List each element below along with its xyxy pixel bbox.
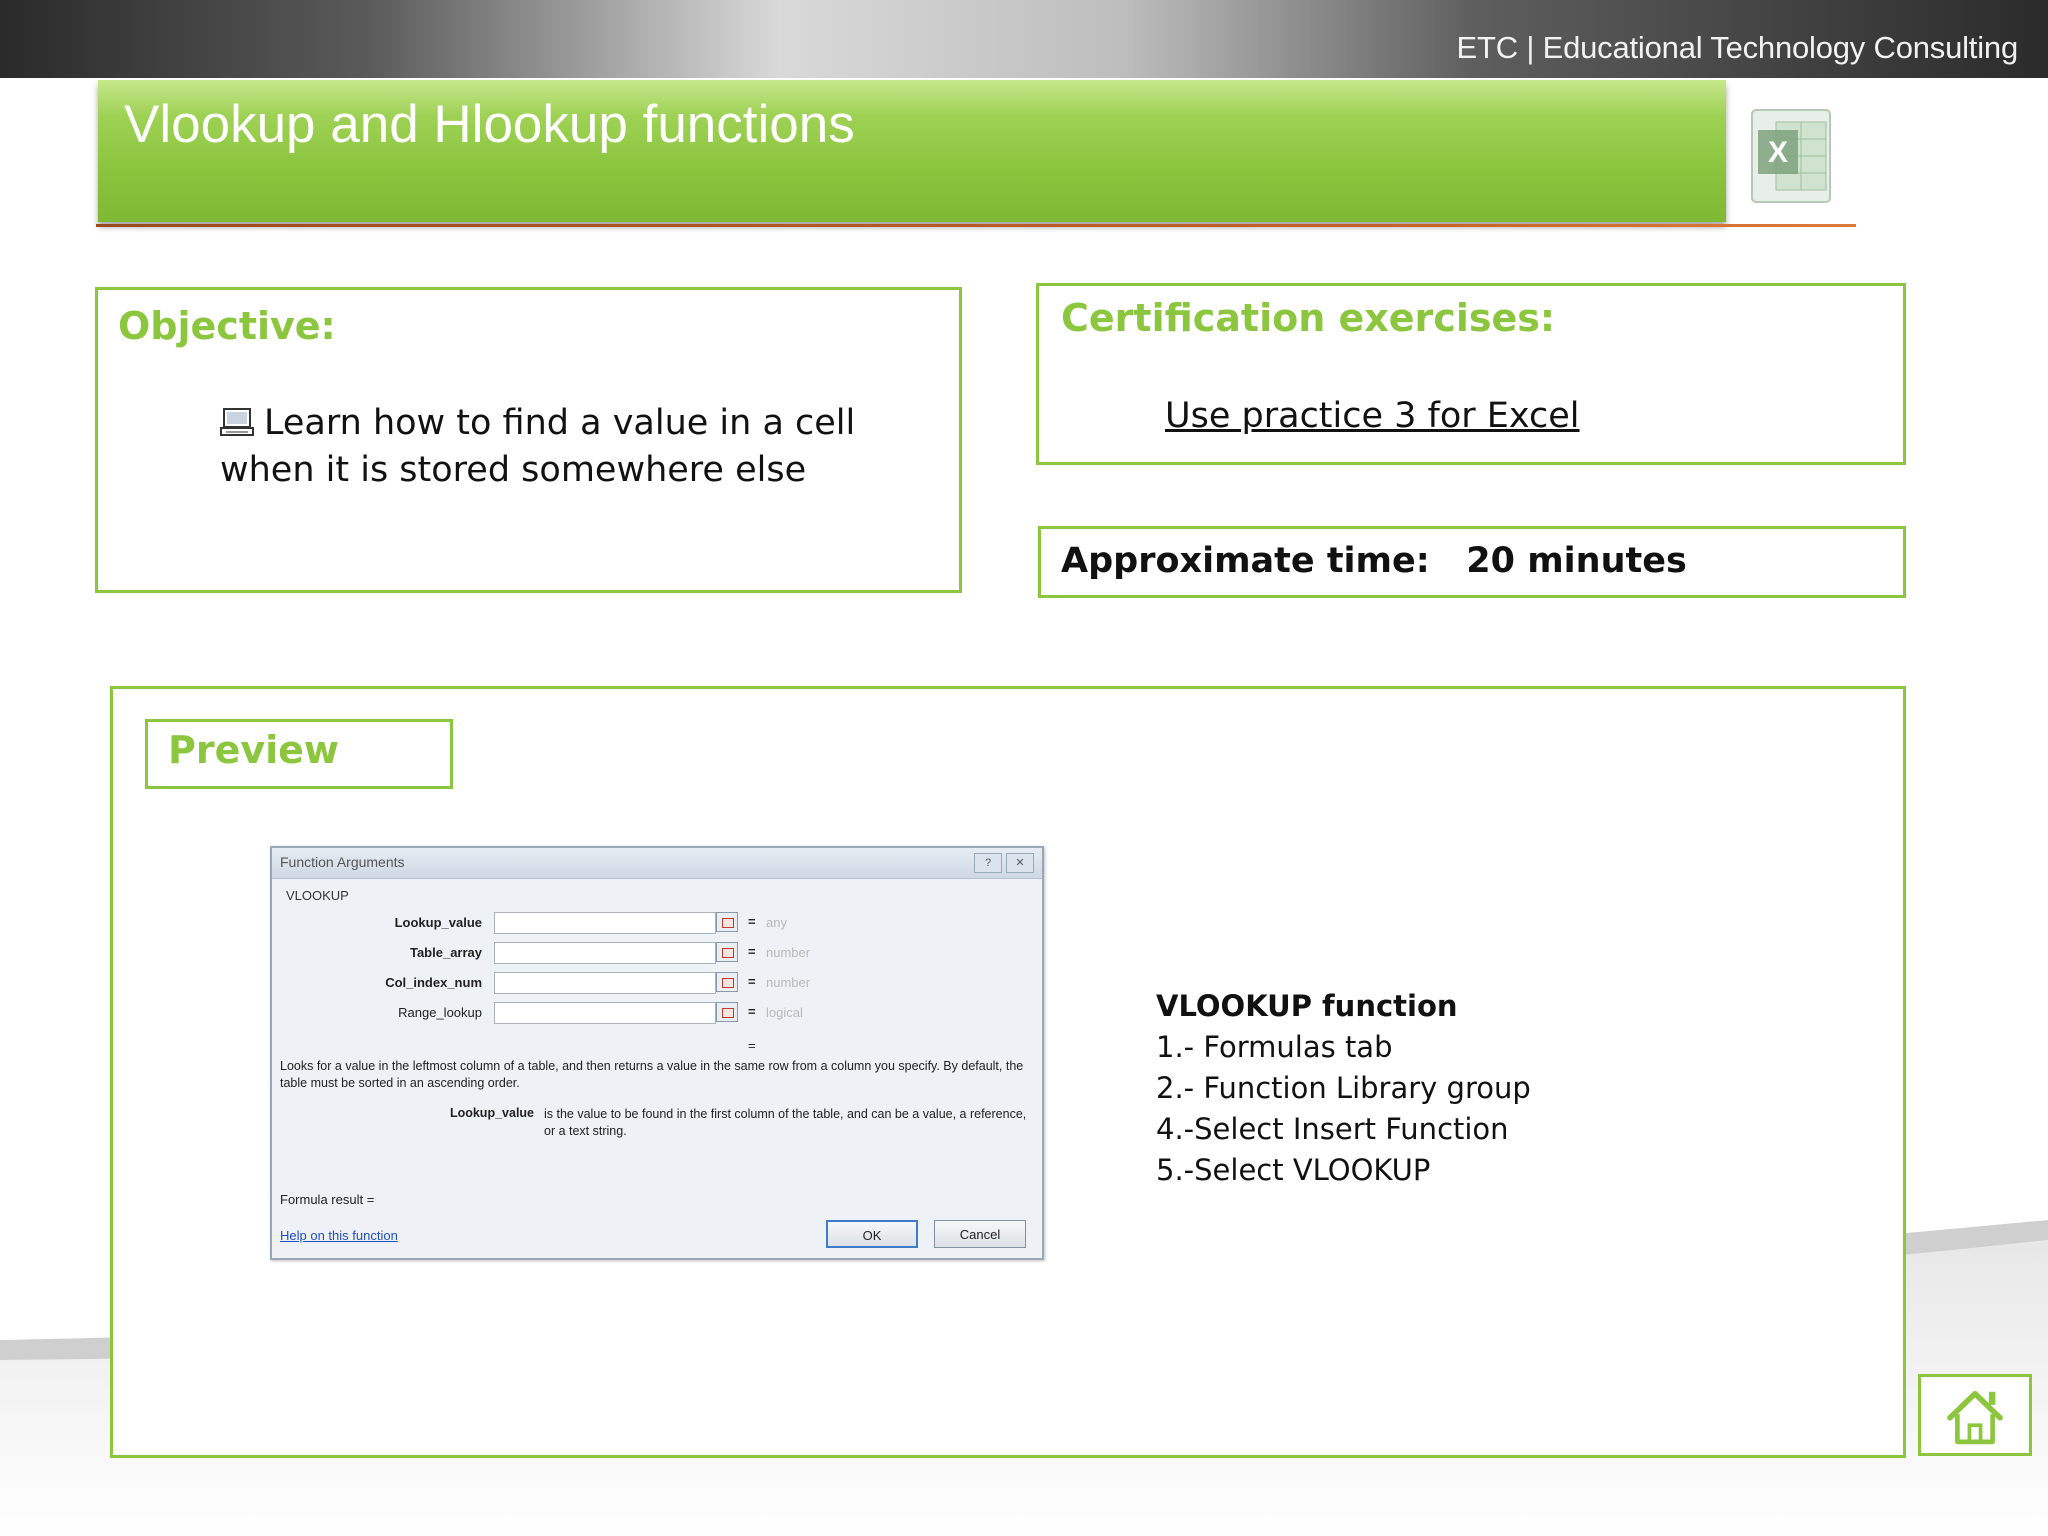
home-icon xyxy=(1947,1390,2003,1445)
result-equals: = xyxy=(748,1038,756,1053)
arg-label: Range_lookup xyxy=(398,1005,482,1020)
help-on-function-link[interactable]: Help on this function xyxy=(280,1228,398,1243)
collapse-dialog-icon[interactable] xyxy=(716,942,738,962)
formula-result: Formula result = xyxy=(280,1192,375,1207)
col-index-num-input[interactable] xyxy=(494,972,716,994)
collapse-dialog-icon[interactable] xyxy=(716,972,738,992)
lookup-value-input[interactable] xyxy=(494,912,716,934)
page-title: Vlookup and Hlookup functions xyxy=(124,95,855,154)
objective-text: Learn how to find a value in a cell when… xyxy=(220,403,856,490)
preview-label-box: Preview xyxy=(145,719,453,789)
title-underline xyxy=(96,224,1856,227)
table-array-input[interactable] xyxy=(494,942,716,964)
arg-label: Table_array xyxy=(409,945,482,960)
certification-heading: Certification exercises: xyxy=(1061,296,1556,340)
steps-heading: VLOOKUP function xyxy=(1156,989,1458,1023)
arg-row-range-lookup: Range_lookup = logical xyxy=(272,1000,1042,1026)
step-item: 4.-Select Insert Function xyxy=(1156,1112,1509,1146)
collapse-dialog-icon[interactable] xyxy=(716,912,738,932)
help-question-icon[interactable]: ? xyxy=(974,853,1002,873)
objective-text-container: Learn how to find a value in a cell when… xyxy=(220,400,940,494)
range-lookup-input[interactable] xyxy=(494,1002,716,1024)
certification-panel: Certification exercises: Use practice 3 … xyxy=(1036,283,1906,465)
arg-row-col-index-num: Col_index_num = number xyxy=(272,970,1042,996)
function-description: Looks for a value in the leftmost column… xyxy=(280,1059,1024,1090)
arg-type: number xyxy=(766,945,811,960)
dialog-titlebar: Function Arguments ? ✕ xyxy=(272,848,1042,879)
arg-row-lookup-value: Lookup_value = any xyxy=(272,910,1042,936)
close-icon[interactable]: ✕ xyxy=(1006,853,1034,873)
svg-text:X: X xyxy=(1768,136,1788,169)
arg-label: Col_index_num xyxy=(385,975,482,990)
dialog-function-name: VLOOKUP xyxy=(286,888,349,903)
approximate-time: Approximate time: 20 minutes xyxy=(1061,541,1687,581)
step-item: 1.- Formulas tab xyxy=(1156,1030,1393,1064)
arg-type: logical xyxy=(766,1005,803,1020)
dialog-title: Function Arguments xyxy=(280,854,405,870)
steps-list: VLOOKUP function 1.- Formulas tab 2.- Fu… xyxy=(1156,986,1531,1191)
objective-panel: Objective: Learn how to find a value in … xyxy=(95,287,962,593)
home-button[interactable] xyxy=(1918,1374,2032,1456)
step-item: 5.-Select VLOOKUP xyxy=(1156,1153,1431,1187)
excel-logo-icon: X xyxy=(1751,109,1831,203)
cancel-button[interactable]: Cancel xyxy=(934,1220,1026,1248)
arg-label: Lookup_value xyxy=(394,915,482,930)
step-item: 2.- Function Library group xyxy=(1156,1071,1531,1105)
company-name: ETC | Educational Technology Consulting xyxy=(1456,30,2019,65)
arg-type: any xyxy=(766,915,787,930)
title-bar: Vlookup and Hlookup functions xyxy=(98,80,1726,222)
arg-row-table-array: Table_array = number xyxy=(272,940,1042,966)
objective-heading: Objective: xyxy=(118,304,336,348)
arg-type: number xyxy=(766,975,811,990)
laptop-icon xyxy=(220,408,254,436)
collapse-dialog-icon[interactable] xyxy=(716,1002,738,1022)
preview-heading: Preview xyxy=(168,728,340,772)
function-arguments-dialog: Function Arguments ? ✕ VLOOKUP Lookup_va… xyxy=(270,846,1044,1260)
time-panel: Approximate time: 20 minutes xyxy=(1038,526,1906,598)
arg-help-name: Lookup_value xyxy=(449,1106,534,1120)
practice-link[interactable]: Use practice 3 for Excel xyxy=(1165,396,1580,436)
arg-help-text: is the value to be found in the first co… xyxy=(544,1107,1027,1138)
ok-button[interactable]: OK xyxy=(826,1220,918,1248)
